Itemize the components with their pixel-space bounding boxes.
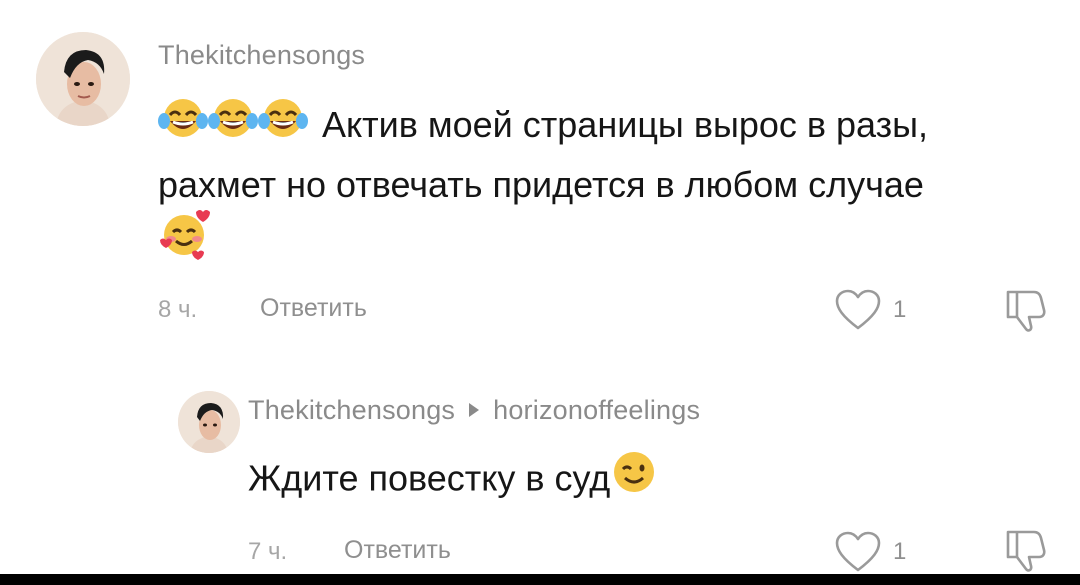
reply-like-count: 1 (893, 538, 907, 565)
tears-of-joy-emoji (158, 95, 208, 159)
avatar[interactable] (36, 32, 130, 126)
dislike-icon[interactable] (1000, 286, 1048, 339)
reply-time: 7 ч. (248, 538, 288, 565)
comment-username[interactable]: Thekitchensongs (158, 40, 365, 71)
reply-text-content: Ждите повестку в суд (248, 457, 611, 499)
smiling-face-with-hearts-emoji (158, 208, 210, 278)
comment-time: 8 ч. (158, 296, 198, 323)
reply-arrow-icon (469, 403, 480, 418)
reply-username[interactable]: Thekitchensongs (248, 395, 455, 425)
heart-icon[interactable] (834, 530, 882, 579)
bottom-divider (0, 574, 1080, 585)
avatar[interactable] (178, 391, 240, 453)
comment-text: Актив моей страницы вырос в разы, (158, 95, 928, 159)
heart-icon[interactable] (834, 288, 882, 337)
tears-of-joy-emoji (258, 95, 308, 159)
reply-header: Thekitchensongs horizonoffeelings (248, 395, 700, 426)
winking-face-emoji (610, 448, 658, 514)
comment-text-line3 (158, 208, 210, 278)
comment-text-line1: Актив моей страницы вырос в разы, (322, 104, 929, 145)
reply-button[interactable]: Ответить (260, 294, 367, 323)
dislike-icon[interactable] (1000, 526, 1048, 579)
reply-to-username[interactable]: horizonoffeelings (493, 395, 700, 425)
comment-text-line2: рахмет но отвечать придется в любом случ… (158, 164, 924, 205)
reply-text: Ждите повестку в суд (248, 448, 658, 514)
reply-reply-button[interactable]: Ответить (344, 536, 451, 565)
like-count: 1 (893, 296, 907, 323)
tears-of-joy-emoji (208, 95, 258, 159)
